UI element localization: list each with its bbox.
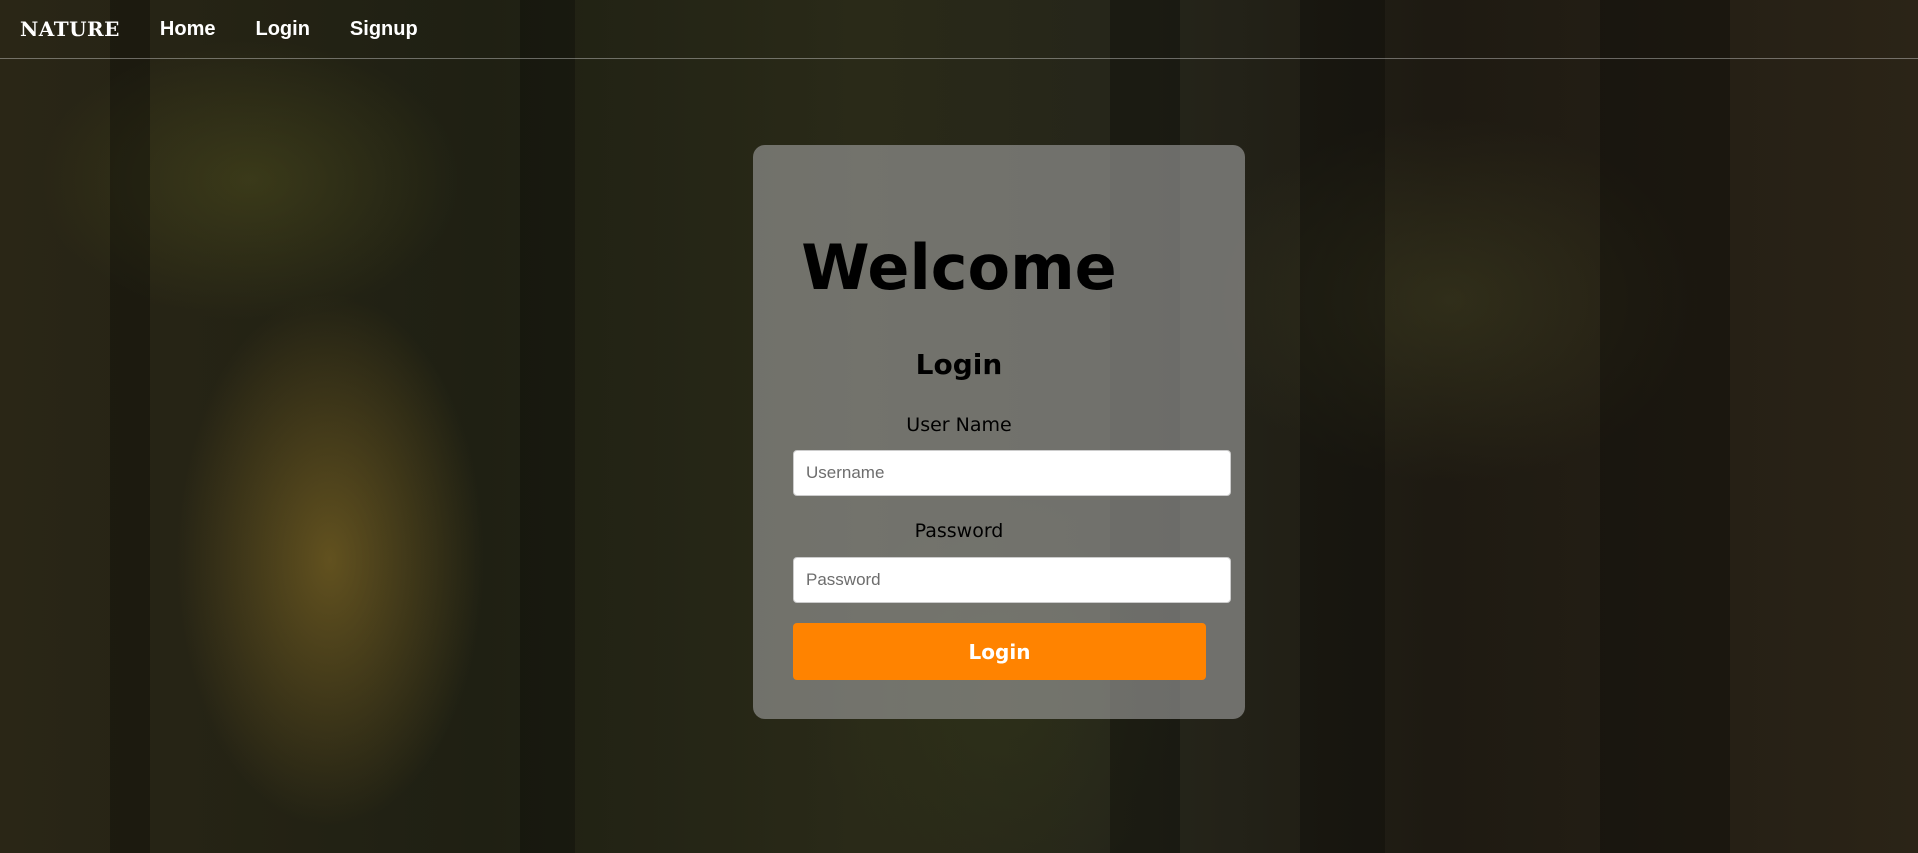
nav-link-login[interactable]: Login	[255, 18, 309, 41]
password-label: Password	[914, 520, 1004, 542]
welcome-heading: Welcome	[801, 231, 1117, 304]
brand-logo[interactable]: NATURE	[20, 17, 120, 41]
login-form-title: Login	[915, 348, 1003, 381]
login-submit-button[interactable]: Login	[793, 623, 1206, 680]
nav-link-home[interactable]: Home	[160, 18, 216, 41]
password-input[interactable]	[793, 557, 1231, 603]
username-input[interactable]	[793, 450, 1231, 496]
top-navbar: NATURE Home Login Signup	[0, 0, 1918, 59]
nav-link-signup[interactable]: Signup	[350, 18, 418, 41]
username-label: User Name	[906, 414, 1012, 436]
